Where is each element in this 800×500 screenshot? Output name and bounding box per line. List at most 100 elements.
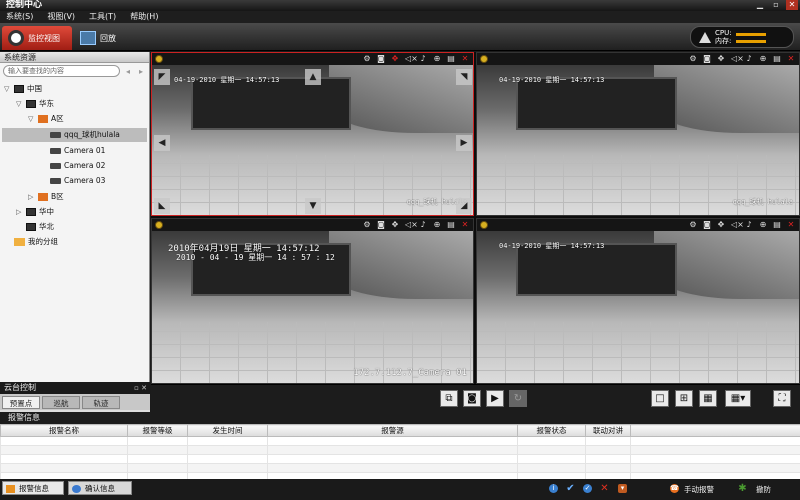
layout-1-button[interactable]: □ xyxy=(651,390,669,407)
snapshot-icon[interactable]: ◙ xyxy=(703,221,711,229)
disarm-label[interactable]: 撤防 xyxy=(756,484,771,495)
mute-icon[interactable]: ◁× xyxy=(731,221,744,229)
zoom-icon[interactable]: ⊕ xyxy=(759,55,767,63)
disarm-icon[interactable]: ✱ xyxy=(738,484,747,494)
tree-item[interactable]: 华北 xyxy=(16,220,54,234)
ptz-up-icon[interactable]: ▲ xyxy=(305,69,321,85)
ptz-icon[interactable]: ✥ xyxy=(391,55,399,63)
tab-monitor-view[interactable]: 监控视图 xyxy=(2,26,72,50)
video-pane[interactable]: ⚙ ◙ ✥ ◁× ♪ ⊕ ▤ ✕ 04-19-2010 星期一 14:57:13 qqq_球机 h… xyxy=(151,52,474,216)
table-row[interactable] xyxy=(0,463,800,473)
table-row[interactable] xyxy=(0,436,800,446)
ptz-upleft-icon[interactable]: ◤ xyxy=(154,69,170,85)
ptz-icon[interactable]: ✥ xyxy=(717,221,725,229)
tab-track[interactable]: 轨迹 xyxy=(82,396,120,409)
close-pane-icon[interactable]: ✕ xyxy=(461,221,469,229)
expand-toggle-icon[interactable]: ▽ xyxy=(4,82,11,96)
expand-toggle-icon[interactable]: ▷ xyxy=(28,190,35,204)
mute-icon[interactable]: ◁× xyxy=(731,55,744,63)
record-icon[interactable]: ⚙ xyxy=(689,55,697,63)
fullscreen-button[interactable]: ⛶ xyxy=(773,390,791,407)
col-alarm-level[interactable]: 报警等级 xyxy=(127,424,188,437)
mic-icon[interactable]: ♪ xyxy=(419,55,427,63)
layout-9-button[interactable]: ▦ xyxy=(699,390,717,407)
record-icon[interactable]: ⚙ xyxy=(363,221,371,229)
layout-4-button[interactable]: ⊞ xyxy=(675,390,693,407)
stream-icon[interactable]: ▤ xyxy=(773,221,781,229)
capture-button[interactable]: ◙ xyxy=(463,390,481,407)
mute-icon[interactable]: ◁× xyxy=(405,221,418,229)
confirm-all-icon[interactable]: ✓ xyxy=(583,484,592,493)
tree-item[interactable]: ▽ 华东 xyxy=(16,97,54,111)
prev-arrow-icon[interactable]: ◂ xyxy=(123,67,133,76)
mic-icon[interactable]: ♪ xyxy=(419,221,427,229)
record-icon[interactable]: ⚙ xyxy=(363,55,371,63)
video-pane[interactable]: ⚙ ◙ ✥ ◁× ♪ ⊕ ▤ ✕ 04-19-2010 星期一 14:57:13 qqq_球机 h… xyxy=(476,52,800,216)
table-row[interactable] xyxy=(0,454,800,464)
tree-item[interactable]: ▷ 华中 xyxy=(16,205,54,219)
tab-playback[interactable]: 回放 xyxy=(74,26,130,50)
tab-preset[interactable]: 预置点 xyxy=(2,396,40,409)
delete-icon[interactable]: ✕ xyxy=(600,484,609,494)
stream-icon[interactable]: ▤ xyxy=(447,55,455,63)
tree-item[interactable]: ▷ B区 xyxy=(28,190,64,204)
close-button[interactable]: ✕ xyxy=(786,0,798,10)
tab-cruise[interactable]: 巡航 xyxy=(42,396,80,409)
maximize-button[interactable]: ▫ xyxy=(770,0,782,10)
tree-item[interactable]: Camera 03 xyxy=(40,174,105,188)
tree-item[interactable]: 我的分组 xyxy=(4,235,58,249)
clear-icon[interactable]: ▾ xyxy=(618,484,627,493)
expand-toggle-icon[interactable]: ▷ xyxy=(16,205,23,219)
ptz-upright-icon[interactable]: ◥ xyxy=(456,69,472,85)
snapshot-icon[interactable]: ◙ xyxy=(377,221,385,229)
table-row[interactable] xyxy=(0,445,800,455)
col-alarm-name[interactable]: 报警名称 xyxy=(0,424,128,437)
col-time[interactable]: 发生时间 xyxy=(187,424,268,437)
tree-item[interactable]: ▽ 中国 xyxy=(4,82,42,96)
layout-more-button[interactable]: ▦▾ xyxy=(725,390,751,407)
snapshot-icon[interactable]: ◙ xyxy=(377,55,385,63)
close-pane-icon[interactable]: ✕ xyxy=(461,55,469,63)
menu-help[interactable]: 帮助(H) xyxy=(130,11,158,23)
mic-icon[interactable]: ♪ xyxy=(745,221,753,229)
ptz-downleft-icon[interactable]: ◣ xyxy=(154,198,170,214)
mute-icon[interactable]: ◁× xyxy=(405,55,418,63)
menu-view[interactable]: 视图(V) xyxy=(47,11,75,23)
stream-icon[interactable]: ▤ xyxy=(447,221,455,229)
ptz-downright-icon[interactable]: ◢ xyxy=(456,198,472,214)
col-status[interactable]: 报警状态 xyxy=(517,424,586,437)
record-icon[interactable]: ⚙ xyxy=(689,221,697,229)
menu-tools[interactable]: 工具(T) xyxy=(89,11,116,23)
ptz-right-icon[interactable]: ▶ xyxy=(456,135,472,151)
video-pane[interactable]: ⚙ ◙ ✥ ◁× ♪ ⊕ ▤ ✕ 2010年04月19日 星期一 14:57:12 2010 - … xyxy=(151,218,474,384)
tree-item[interactable]: Camera 01 xyxy=(40,144,105,158)
manual-alarm-label[interactable]: 手动报警 xyxy=(684,484,714,495)
close-pane-icon[interactable]: ✕ xyxy=(787,221,795,229)
search-input[interactable]: 输入要查找的内容 xyxy=(3,65,120,77)
manual-alarm-icon[interactable]: ☎ xyxy=(670,484,679,493)
tree-item[interactable]: ▽ A区 xyxy=(28,112,64,126)
ptz-down-icon[interactable]: ▼ xyxy=(305,198,321,214)
col-intercom[interactable]: 联动对讲 xyxy=(585,424,631,437)
menu-system[interactable]: 系统(S) xyxy=(6,11,33,23)
zoom-icon[interactable]: ⊕ xyxy=(433,221,441,229)
minimize-button[interactable]: ▁ xyxy=(754,0,766,10)
expand-toggle-icon[interactable]: ▽ xyxy=(16,97,23,111)
stream-icon[interactable]: ▤ xyxy=(773,55,781,63)
col-source[interactable]: 报警源 xyxy=(267,424,518,437)
check-icon[interactable]: ✔ xyxy=(566,484,575,494)
zoom-icon[interactable]: ⊕ xyxy=(759,221,767,229)
video-pane[interactable]: ⚙ ◙ ✥ ◁× ♪ ⊕ ▤ ✕ 04-19-2010 星期一 14:57:13 xyxy=(476,218,800,384)
tab-alarm-info[interactable]: 报警信息 xyxy=(2,481,64,495)
close-pane-icon[interactable]: ✕ xyxy=(787,55,795,63)
snapshot-all-button[interactable]: ⧉ xyxy=(440,390,458,407)
ptz-icon[interactable]: ✥ xyxy=(391,221,399,229)
next-arrow-icon[interactable]: ▸ xyxy=(136,67,146,76)
snapshot-icon[interactable]: ◙ xyxy=(703,55,711,63)
tree-item[interactable]: qqq_球机hulala xyxy=(2,128,147,142)
tab-confirm-info[interactable]: 确认信息 xyxy=(68,481,132,495)
expand-toggle-icon[interactable]: ▽ xyxy=(28,112,35,126)
record-button[interactable]: ▶ xyxy=(486,390,504,407)
ptz-panel-controls[interactable]: ▫ ✕ xyxy=(134,382,147,394)
refresh-button[interactable]: ↻ xyxy=(509,390,527,407)
